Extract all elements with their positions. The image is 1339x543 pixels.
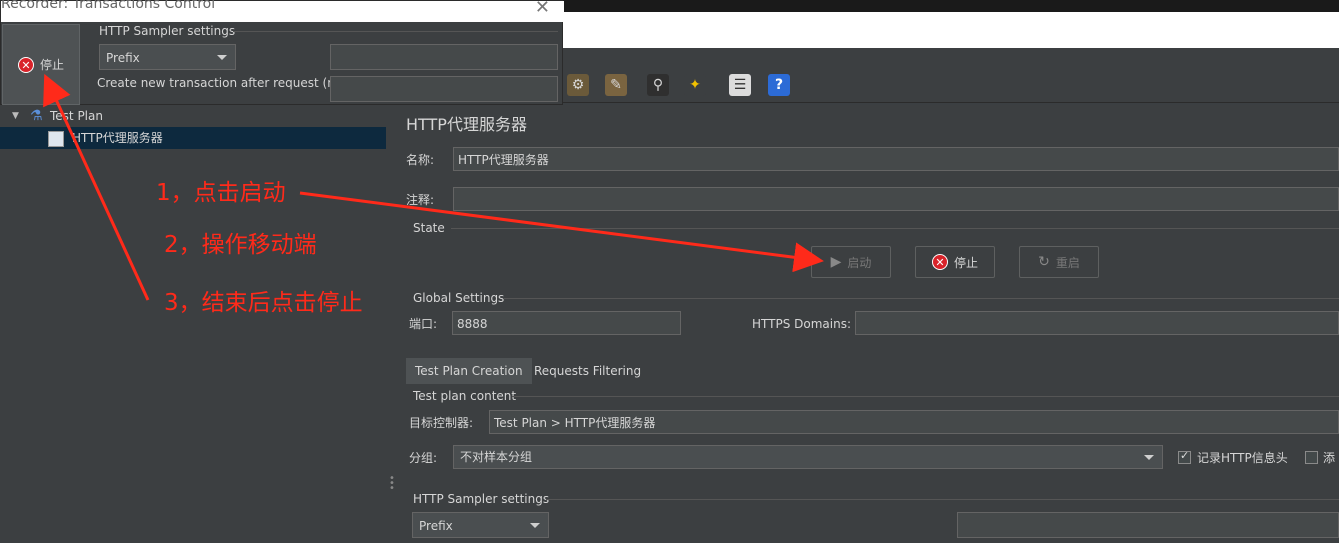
arrow-to-stop: [43, 73, 150, 301]
annotation-arrows: [43, 73, 824, 301]
arrow-to-start: [299, 191, 824, 273]
